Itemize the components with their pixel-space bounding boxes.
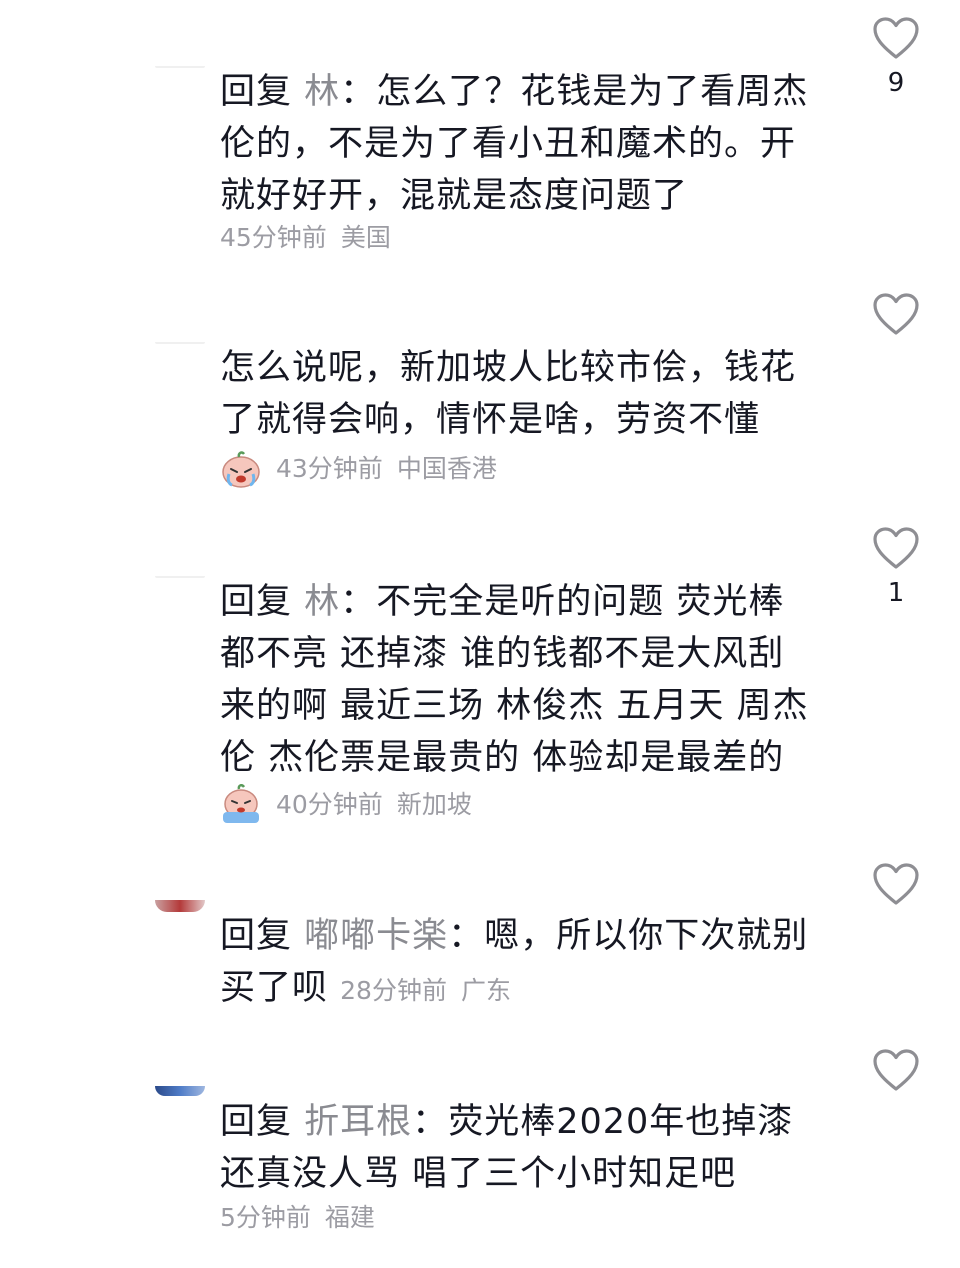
comment-text: 回复 嘟嘟卡楽：嗯，所以你下次就别买了呗 28分钟前 广东 xyxy=(220,910,820,1017)
like-button[interactable] xyxy=(870,862,922,914)
reply-to-user[interactable]: 折耳根 xyxy=(304,1102,412,1142)
reply-to-user[interactable]: 嘟嘟卡楽 xyxy=(304,916,448,956)
avatar[interactable] xyxy=(155,576,205,578)
comment-location: 新加坡 xyxy=(396,790,472,819)
heart-outline-icon xyxy=(873,863,919,905)
like-count: 9 xyxy=(887,68,905,98)
comment-meta: 45分钟前 美国 xyxy=(220,218,391,258)
reply-label: 回复 xyxy=(220,916,293,956)
reply-colon: ： xyxy=(448,916,485,956)
comment-body: 怎么说呢，新加坡人比较市侩，钱花了就得会响，情怀是啥，劳资不懂 xyxy=(220,348,797,440)
like-button[interactable] xyxy=(870,292,922,344)
like-button[interactable] xyxy=(870,1048,922,1100)
comment-meta: 43分钟前 中国香港 xyxy=(220,448,497,490)
reply-colon: ： xyxy=(340,582,377,622)
avatar[interactable] xyxy=(155,342,205,344)
comment-time: 45分钟前 xyxy=(220,223,327,252)
comment-meta: 28分钟前 广东 xyxy=(340,976,511,1005)
heart-outline-icon xyxy=(873,293,919,335)
reply-label: 回复 xyxy=(220,582,293,622)
like-button[interactable]: 1 xyxy=(870,526,922,608)
comment-meta: 5分钟前 福建 xyxy=(220,1198,375,1238)
comment-meta: 40分钟前 新加坡 xyxy=(220,784,472,826)
comment-text: 回复 折耳根：荧光棒2020年也掉漆还真没人骂 唱了三个小时知足吧 xyxy=(220,1096,820,1200)
comment-location: 美国 xyxy=(340,223,391,252)
like-button[interactable]: 9 xyxy=(870,16,922,98)
comment-text: 回复 林：不完全是听的问题 荧光棒都不亮 还掉漆 谁的钱都不是大风刮来的啊 最近… xyxy=(220,576,820,784)
comment-time: 40分钟前 xyxy=(276,790,383,819)
comment-time: 5分钟前 xyxy=(220,1203,311,1232)
crying-face-icon xyxy=(220,448,262,490)
reply-label: 回复 xyxy=(220,72,293,112)
avatar[interactable] xyxy=(155,66,205,68)
comment-location: 广东 xyxy=(460,976,511,1005)
comment-time: 43分钟前 xyxy=(276,454,383,483)
comment-location: 福建 xyxy=(324,1203,375,1232)
avatar[interactable] xyxy=(155,900,205,912)
reply-to-user[interactable]: 林 xyxy=(304,72,340,112)
heart-outline-icon xyxy=(873,527,919,569)
comment-time: 28分钟前 xyxy=(340,976,447,1005)
reply-colon: ： xyxy=(412,1102,449,1142)
comment-location: 中国香港 xyxy=(396,454,497,483)
reply-label: 回复 xyxy=(220,1102,293,1142)
comment-text: 怎么说呢，新加坡人比较市侩，钱花了就得会响，情怀是啥，劳资不懂 xyxy=(220,342,820,446)
heart-outline-icon xyxy=(873,17,919,59)
reply-colon: ： xyxy=(340,72,377,112)
avatar[interactable] xyxy=(155,1086,205,1096)
comment-text: 回复 林：怎么了？花钱是为了看周杰伦的，不是为了看小丑和魔术的。开就好好开，混就… xyxy=(220,66,820,222)
like-count: 1 xyxy=(887,578,905,608)
sobbing-face-icon xyxy=(220,784,262,826)
heart-outline-icon xyxy=(873,1049,919,1091)
reply-to-user[interactable]: 林 xyxy=(304,582,340,622)
